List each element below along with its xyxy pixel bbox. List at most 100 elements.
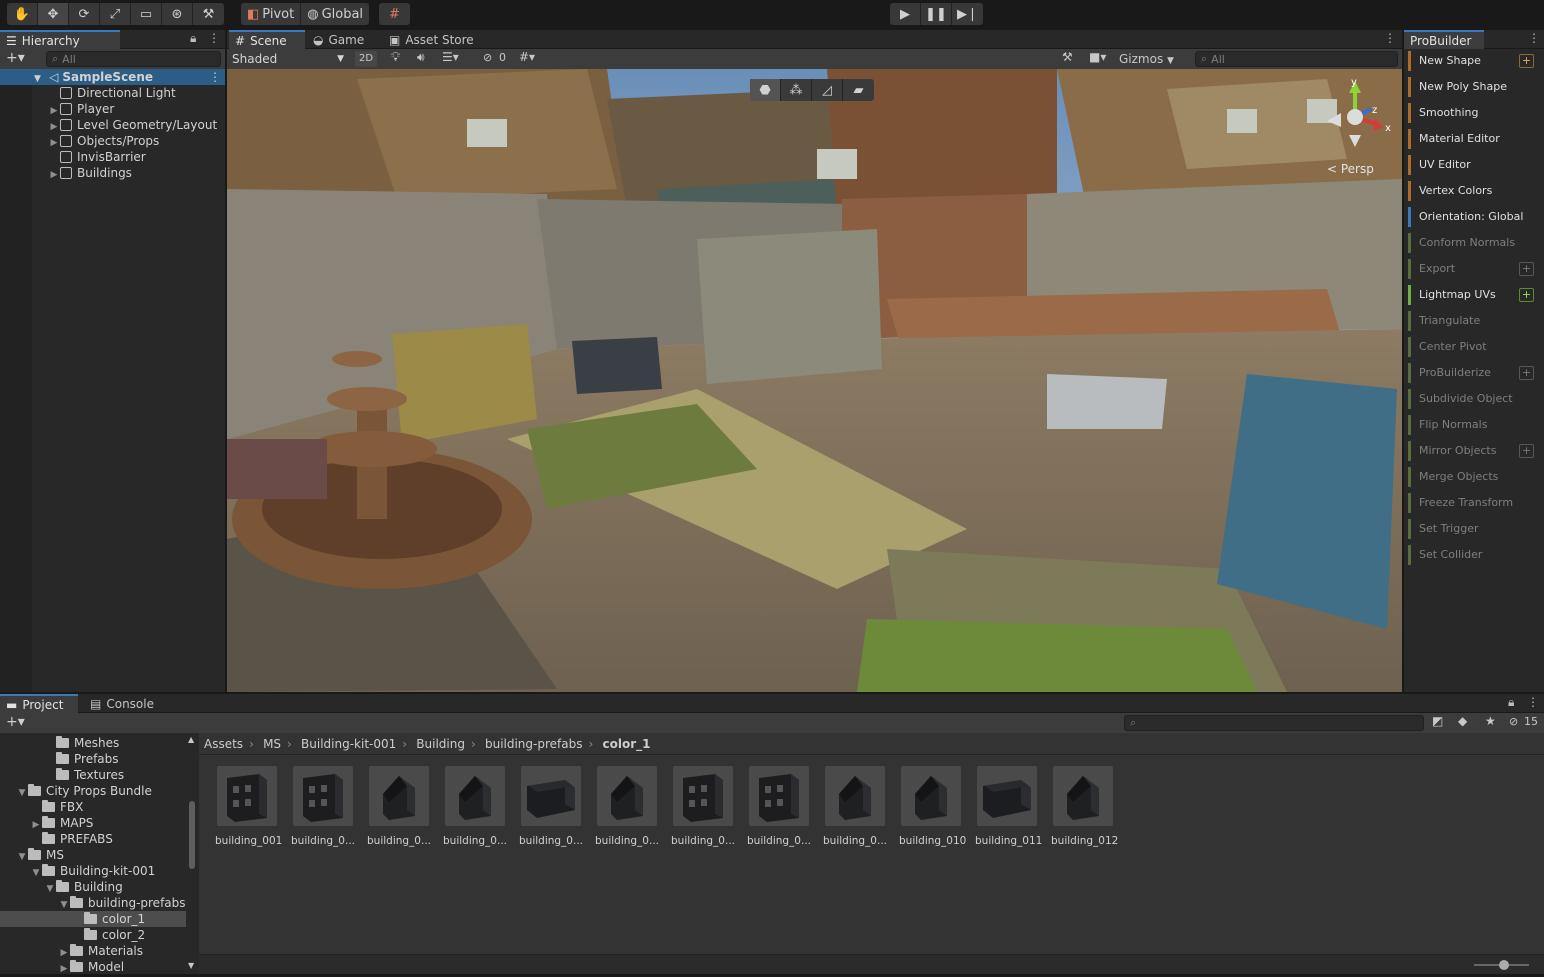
folder-tree-item[interactable]: PREFABS	[0, 831, 186, 847]
scale-tool-icon[interactable]: ⤢	[100, 3, 131, 25]
breadcrumb-item[interactable]: Building-kit-001	[301, 735, 396, 753]
axis-gizmo[interactable]: y x z < Persp	[1317, 77, 1397, 177]
hierarchy-item[interactable]: Directional Light	[48, 85, 176, 101]
probuilder-action[interactable]: Set Trigger	[1408, 519, 1534, 539]
breadcrumb-item[interactable]: building-prefabs	[485, 735, 583, 753]
asset-item[interactable]: building_0...	[519, 766, 583, 847]
scroll-up-icon[interactable]: ▲	[188, 735, 194, 744]
probuilder-action[interactable]: Vertex Colors	[1408, 181, 1534, 201]
asset-item[interactable]: building_0...	[291, 766, 355, 847]
custom-tool-icon[interactable]: ⚒	[193, 3, 224, 25]
probuilder-action[interactable]: Triangulate	[1408, 311, 1534, 331]
asset-item[interactable]: building_0...	[595, 766, 659, 847]
scroll-down-icon[interactable]: ▼	[188, 961, 194, 970]
lock-icon[interactable]: 🔒︎	[190, 31, 196, 46]
add-icon[interactable]: +▾	[6, 50, 25, 66]
tree-scrollbar[interactable]: ▲ ▼	[186, 733, 198, 974]
expand-arrow-icon[interactable]: ▶	[58, 961, 70, 977]
probuilder-action[interactable]: Material Editor	[1408, 129, 1534, 149]
folder-tree-item[interactable]: ▼ MS	[0, 847, 186, 863]
folder-tree-item[interactable]: Textures	[0, 767, 186, 783]
move-tool-icon[interactable]: ✥	[38, 3, 69, 25]
play-button[interactable]: ▶	[890, 3, 921, 25]
transform-tool-icon[interactable]: ⊛	[162, 3, 193, 25]
tab-probuilder[interactable]: ProBuilder	[1404, 30, 1484, 49]
probuilder-action[interactable]: Center Pivot	[1408, 337, 1534, 357]
hierarchy-item[interactable]: ▶ Buildings	[48, 165, 132, 181]
probuilder-action[interactable]: Freeze Transform	[1408, 493, 1534, 513]
grid-toggle-icon[interactable]: #▾	[519, 50, 535, 64]
asset-item[interactable]: building_0...	[367, 766, 431, 847]
breadcrumb-item[interactable]: MS	[263, 735, 281, 753]
asset-item[interactable]: building_0...	[443, 766, 507, 847]
probuilder-action[interactable]: Set Collider	[1408, 545, 1534, 565]
folder-tree-item[interactable]: Prefabs	[0, 751, 186, 767]
zoom-slider-thumb[interactable]	[1499, 960, 1509, 970]
project-lock-icon[interactable]: 🔒︎	[1508, 695, 1514, 710]
folder-tree-item[interactable]: color_1	[0, 911, 186, 927]
scene-menu-kebab-icon[interactable]: ⋮	[1384, 31, 1396, 45]
folder-tree-item[interactable]: ▼ Building-kit-001	[0, 863, 186, 879]
options-plus-icon[interactable]: +	[1519, 262, 1534, 276]
scene-row[interactable]: ▼ ◁ SampleScene ⋮	[0, 69, 225, 85]
folder-tree-item[interactable]: ▶ MAPS	[0, 815, 186, 831]
create-asset-icon[interactable]: +▾	[6, 714, 25, 730]
options-plus-icon[interactable]: +	[1519, 366, 1534, 380]
search-by-type-icon[interactable]: ◩	[1432, 714, 1443, 728]
probuilder-action[interactable]: Subdivide Object	[1408, 389, 1534, 409]
probuilder-action[interactable]: New Poly Shape	[1408, 77, 1534, 97]
options-plus-icon[interactable]: +	[1519, 288, 1534, 302]
expand-arrow-icon[interactable]: ▶	[48, 167, 60, 183]
lighting-toggle-icon[interactable]: 💡︎	[391, 50, 400, 65]
folder-tree-item[interactable]: ▶ Materials	[0, 943, 186, 959]
tab-project[interactable]: ▬ Project	[0, 694, 78, 713]
step-button[interactable]: ▶❘	[952, 3, 983, 25]
expand-arrow-icon[interactable]: ▼	[34, 74, 41, 84]
tab-asset-store[interactable]: ▣ Asset Store	[383, 30, 480, 49]
folder-tree-item[interactable]: FBX	[0, 799, 186, 815]
breadcrumb-item[interactable]: color_1	[602, 735, 650, 753]
hierarchy-search-input[interactable]: ⌕ All	[46, 51, 221, 67]
scene-viewport[interactable]: ⬣ ⁂ ◿ ▰ y x z < Persp	[227, 69, 1402, 692]
probuilder-action[interactable]: Smoothing	[1408, 103, 1534, 123]
asset-item[interactable]: building_0...	[671, 766, 735, 847]
tools-icon[interactable]: ⚒	[1062, 50, 1073, 64]
effects-toggle-icon[interactable]: ☰▾	[442, 50, 459, 64]
folder-tree-item[interactable]: color_2	[0, 927, 186, 943]
rect-tool-icon[interactable]: ▭	[131, 3, 162, 25]
scene-search-input[interactable]: ⌕ All	[1195, 51, 1398, 67]
hidden-objects-icon[interactable]: ⊘	[483, 51, 492, 64]
breadcrumb-item[interactable]: Assets	[204, 735, 243, 753]
hand-tool-icon[interactable]: ✋	[7, 3, 38, 25]
favorites-star-icon[interactable]: ★	[1485, 714, 1496, 728]
asset-item[interactable]: building_012	[1051, 766, 1118, 847]
options-plus-icon[interactable]: +	[1519, 444, 1534, 458]
hidden-packages-icon[interactable]: ⊘	[1509, 715, 1518, 728]
tab-console[interactable]: ▤ Console	[84, 694, 160, 713]
probuilder-action[interactable]: New Shape +	[1408, 51, 1534, 71]
folder-tree-item[interactable]: Meshes	[0, 735, 186, 751]
camera-icon[interactable]: ■▾	[1089, 50, 1106, 64]
folder-tree-item[interactable]: ▼ building-prefabs	[0, 895, 186, 911]
probuilder-action[interactable]: ProBuilderize +	[1408, 363, 1534, 383]
tab-scene[interactable]: # Scene	[229, 30, 305, 49]
hierarchy-item[interactable]: ▶ Level Geometry/Layout	[48, 117, 218, 133]
kebab-menu-icon[interactable]: ⋮	[208, 31, 220, 45]
grid-snap-icon[interactable]: #	[379, 3, 410, 25]
object-mode-icon[interactable]: ⬣	[750, 79, 781, 101]
pivot-button[interactable]: ◧ Pivot	[241, 3, 302, 25]
asset-item[interactable]: building_010	[899, 766, 966, 847]
audio-toggle-icon[interactable]: 🔊︎	[417, 50, 425, 65]
asset-item[interactable]: building_011	[975, 766, 1042, 847]
rotate-tool-icon[interactable]: ⟳	[69, 3, 100, 25]
global-button[interactable]: ◍ Global	[301, 3, 369, 25]
asset-item[interactable]: building_0...	[823, 766, 887, 847]
probuilder-action[interactable]: Lightmap UVs +	[1408, 285, 1534, 305]
pause-button[interactable]: ❚❚	[921, 3, 952, 25]
probuilder-action[interactable]: Merge Objects	[1408, 467, 1534, 487]
probuilder-action[interactable]: Mirror Objects +	[1408, 441, 1534, 461]
face-mode-icon[interactable]: ▰	[843, 79, 874, 101]
probuilder-action[interactable]: Conform Normals	[1408, 233, 1534, 253]
shading-mode-dropdown[interactable]: Shaded ▼	[229, 50, 347, 68]
asset-item[interactable]: building_0...	[747, 766, 811, 847]
